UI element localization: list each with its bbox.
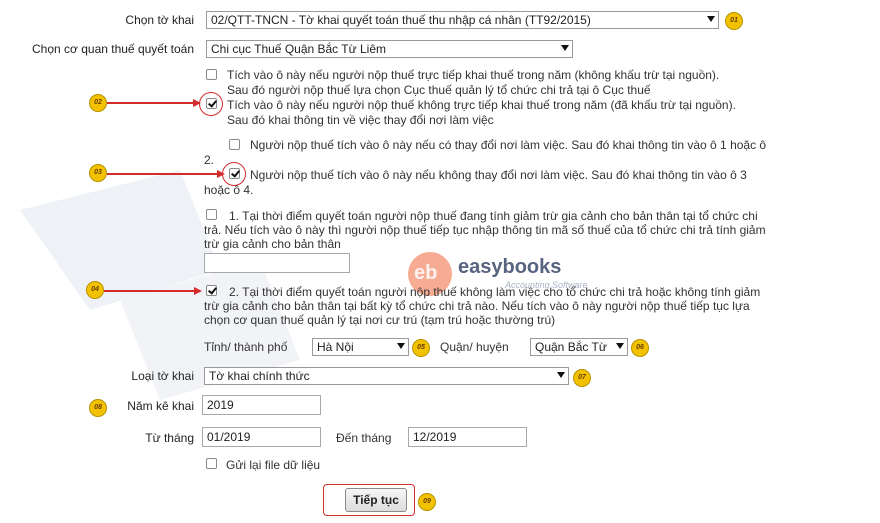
choice2-text-line2: trừ gia cảnh cho bản thân tại bất kỳ tổ … xyxy=(204,299,750,313)
easybooks-brand: easybooks xyxy=(458,256,562,278)
to-khai-label: Chọn tờ khai xyxy=(125,13,194,27)
loai-label: Loại tờ khai xyxy=(131,369,194,383)
badge-03: 03 xyxy=(89,164,107,182)
badge-04: 04 xyxy=(86,281,104,299)
choice2-checkbox[interactable] xyxy=(206,285,217,296)
opt2-text-line2: Sau đó khai thông tin về việc thay đổi n… xyxy=(227,113,494,127)
tu-thang-label: Từ tháng xyxy=(145,431,194,445)
badge-01: 01 xyxy=(725,12,743,30)
choice2-text-line1: 2. Tại thời điểm quyết toán người nộp th… xyxy=(229,285,761,299)
co-quan-select[interactable]: Chi cục Thuế Quận Bắc Từ Liêm xyxy=(206,40,573,58)
annotation-arrow-03 xyxy=(107,173,217,175)
opt1-text-line2: Sau đó người nộp thuế lựa chọn Cục thuế … xyxy=(227,83,651,97)
badge-09: 09 xyxy=(418,493,436,511)
annotation-arrow-02 xyxy=(107,102,193,104)
tinh-value: Hà Nội xyxy=(317,340,354,354)
tiep-tuc-button[interactable]: Tiếp tục xyxy=(345,488,407,512)
to-khai-select[interactable]: 02/QTT-TNCN - Tờ khai quyết toán thuế th… xyxy=(206,11,719,29)
annotation-arrow-04 xyxy=(104,290,194,292)
chevron-down-icon xyxy=(397,343,405,349)
choice1-text-line2: trả. Nếu tích vào ô này thì người nộp th… xyxy=(204,223,766,237)
annotation-arrowhead-04 xyxy=(194,287,202,295)
nam-label: Năm kê khai xyxy=(127,399,194,413)
annotation-arrowhead-02 xyxy=(193,99,201,107)
choice2-text-line3: chọn cơ quan thuế quản lý tại nơi cư trú… xyxy=(204,313,556,327)
choice1-text-line3: trừ gia cảnh cho bản thân xyxy=(204,237,341,251)
tu-thang-input[interactable]: 01/2019 xyxy=(202,427,321,447)
chevron-down-icon xyxy=(616,343,624,349)
annotation-arrowhead-03 xyxy=(217,170,225,178)
badge-07: 07 xyxy=(573,369,591,387)
den-thang-input[interactable]: 12/2019 xyxy=(408,427,527,447)
choice1-checkbox[interactable] xyxy=(206,209,217,220)
quan-label: Quận/ huyện xyxy=(440,340,509,354)
tinh-select[interactable]: Hà Nội xyxy=(312,338,409,356)
choice1-text-line1: 1. Tại thời điểm quyết toán người nộp th… xyxy=(229,209,758,223)
opt1-checkbox[interactable] xyxy=(206,69,217,80)
easybooks-logo-text: eb xyxy=(414,262,438,284)
co-quan-value: Chi cục Thuế Quận Bắc Từ Liêm xyxy=(211,42,387,56)
opt2-text-line1: Tích vào ô này nếu người nộp thuế không … xyxy=(227,98,736,112)
den-thang-label: Đến tháng xyxy=(336,431,392,445)
co-quan-label: Chọn cơ quan thuế quyết toán xyxy=(32,42,194,56)
badge-06: 06 xyxy=(631,339,649,357)
sub1-text-line2: 2. xyxy=(204,153,215,167)
to-khai-value: 02/QTT-TNCN - Tờ khai quyết toán thuế th… xyxy=(211,13,591,27)
quan-select[interactable]: Quận Bắc Từ xyxy=(530,338,628,356)
tinh-label: Tỉnh/ thành phố xyxy=(204,340,288,354)
gui-lai-checkbox[interactable] xyxy=(206,458,217,469)
chevron-down-icon xyxy=(557,372,565,378)
quan-value: Quận Bắc Từ xyxy=(535,340,607,354)
badge-02: 02 xyxy=(89,94,107,112)
sub1-text-line1: Người nộp thuế tích vào ô này nếu có tha… xyxy=(250,138,767,152)
badge-05: 05 xyxy=(412,339,430,357)
annotation-ring-opt2 xyxy=(199,92,223,116)
loai-select[interactable]: Tờ khai chính thức xyxy=(204,367,569,385)
badge-08: 08 xyxy=(89,399,107,417)
chevron-down-icon xyxy=(707,16,715,22)
sub2-text-line2: hoặc ô 4. xyxy=(204,183,254,197)
opt1-text-line1: Tích vào ô này nếu người nộp thuế trực t… xyxy=(227,68,720,82)
gui-lai-label: Gửi lại file dữ liệu xyxy=(226,458,321,472)
ma-so-thue-input[interactable] xyxy=(204,253,350,273)
sub1-checkbox[interactable] xyxy=(229,139,240,150)
loai-value: Tờ khai chính thức xyxy=(209,369,310,383)
sub2-text-line1: Người nộp thuế tích vào ô này nếu không … xyxy=(250,168,747,182)
nam-input[interactable]: 2019 xyxy=(202,395,321,415)
chevron-down-icon xyxy=(561,45,569,51)
